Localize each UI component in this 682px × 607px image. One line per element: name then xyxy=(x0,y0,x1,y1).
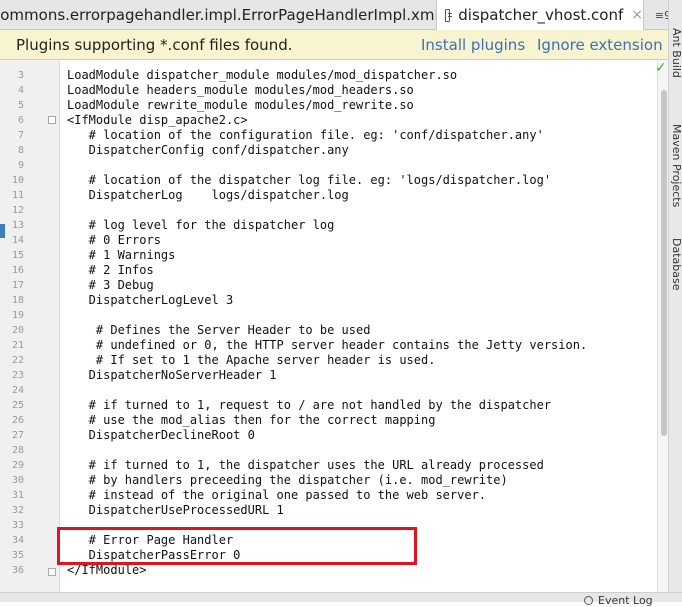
line-number: 28 xyxy=(11,445,24,456)
line-number: 19 xyxy=(11,310,24,321)
status-bar xyxy=(0,592,682,602)
fold-marker-icon[interactable] xyxy=(48,568,56,576)
code-line[interactable]: # location of the dispatcher log file. e… xyxy=(67,173,551,188)
close-icon[interactable]: × xyxy=(631,7,643,23)
line-number: 11 xyxy=(11,190,24,201)
code-line[interactable]: LoadModule dispatcher_module modules/mod… xyxy=(67,68,457,83)
inspection-ok-icon: ✓ xyxy=(655,60,667,76)
annotation-highlight-box xyxy=(57,527,417,565)
code-line[interactable]: DispatcherConfig conf/dispatcher.any xyxy=(67,143,349,158)
line-number: 9 xyxy=(17,160,24,171)
line-number: 3 xyxy=(17,70,24,81)
ignore-extension-link[interactable]: Ignore extension xyxy=(537,36,663,54)
code-line[interactable]: # log level for the dispatcher log xyxy=(67,218,335,233)
line-number: 22 xyxy=(11,355,24,366)
code-line[interactable]: # use the mod_alias then for the correct… xyxy=(67,413,436,428)
code-line[interactable]: DispatcherNoServerHeader 1 xyxy=(67,368,277,383)
code-line[interactable]: # if turned to 1, request to / are not h… xyxy=(67,398,551,413)
code-line[interactable]: # Defines the Server Header to be used xyxy=(67,323,371,338)
line-number: 23 xyxy=(11,370,24,381)
tool-window-ant-build[interactable]: Ant Build xyxy=(670,28,682,78)
code-line[interactable]: # by handlers preceeding the dispatcher … xyxy=(67,473,508,488)
line-number: 31 xyxy=(11,490,24,501)
tab-label: commons.errorpagehandler.impl.ErrorPageH… xyxy=(0,6,436,24)
code-line[interactable]: LoadModule headers_module modules/mod_he… xyxy=(67,83,414,98)
event-log-icon xyxy=(584,596,593,605)
notification-text: Plugins supporting *.conf files found. xyxy=(16,35,293,54)
code-line[interactable]: DispatcherLog logs/dispatcher.log xyxy=(67,188,349,203)
line-number: 13 xyxy=(11,220,24,231)
code-line[interactable]: # instead of the original one passed to … xyxy=(67,488,486,503)
line-number-gutter[interactable]: 3 4 5 6 7 8 9 10 11 12 13 14 15 16 17 18 19 20 21 22 23 24 25 2… xyxy=(0,60,60,592)
line-number: 24 xyxy=(11,385,24,396)
code-line[interactable]: DispatcherDeclineRoot 0 xyxy=(67,428,255,443)
install-plugins-link[interactable]: Install plugins xyxy=(421,36,525,54)
tool-window-database[interactable]: Database xyxy=(670,238,682,291)
line-number: 34 xyxy=(11,535,24,546)
line-number: 33 xyxy=(11,520,24,531)
line-number: 25 xyxy=(11,400,24,411)
plugin-notification-bar: Plugins supporting *.conf files found. I… xyxy=(0,30,668,60)
code-line[interactable]: # 0 Errors xyxy=(67,233,161,248)
code-line[interactable]: # if turned to 1, the dispatcher uses th… xyxy=(67,458,544,473)
tool-window-maven-projects[interactable]: Maven Projects xyxy=(670,124,682,207)
line-number: 18 xyxy=(11,295,24,306)
line-number: 29 xyxy=(11,460,24,471)
line-number: 14 xyxy=(11,235,24,246)
code-line[interactable]: </IfModule> xyxy=(67,563,146,578)
line-number: 30 xyxy=(11,475,24,486)
tab-errorpagehandler-xml[interactable]: commons.errorpagehandler.impl.ErrorPageH… xyxy=(0,0,436,30)
tab-dispatcher-vhost-conf[interactable]: dispatcher_vhost.conf × xyxy=(436,0,644,30)
code-line[interactable]: <IfModule disp_apache2.c> xyxy=(67,113,248,128)
line-number: 17 xyxy=(11,280,24,291)
event-log-label: Event Log xyxy=(598,594,653,607)
line-number: 4 xyxy=(17,85,24,96)
tab-label: dispatcher_vhost.conf xyxy=(458,6,624,24)
line-number: 15 xyxy=(11,250,24,261)
vertical-scrollbar[interactable] xyxy=(657,60,668,592)
line-number: 12 xyxy=(11,205,24,216)
line-number: 5 xyxy=(17,100,24,111)
event-log-button[interactable]: Event Log xyxy=(584,594,653,607)
line-number: 8 xyxy=(17,145,24,156)
editor-tab-bar: commons.errorpagehandler.impl.ErrorPageH… xyxy=(0,0,682,30)
line-number: 26 xyxy=(11,415,24,426)
fold-marker-icon[interactable] xyxy=(48,116,56,124)
code-line[interactable]: LoadModule rewrite_module modules/mod_re… xyxy=(67,98,414,113)
line-number: 27 xyxy=(11,430,24,441)
code-line[interactable]: # location of the configuration file. eg… xyxy=(67,128,544,143)
code-editor[interactable]: LoadModule dispatcher_module modules/mod… xyxy=(61,60,657,592)
code-line[interactable]: DispatcherLogLevel 3 xyxy=(67,293,234,308)
text-file-icon xyxy=(445,8,453,22)
code-line[interactable]: # If set to 1 the Apache server header i… xyxy=(67,353,436,368)
line-number: 20 xyxy=(11,325,24,336)
code-line[interactable]: # undefined or 0, the HTTP server header… xyxy=(67,338,587,353)
line-number: 35 xyxy=(11,550,24,561)
line-number: 6 xyxy=(17,115,24,126)
code-line[interactable]: # 2 Infos xyxy=(67,263,154,278)
code-line[interactable]: # 1 Warnings xyxy=(67,248,176,263)
right-tool-strip: Ant Build Maven Projects Database xyxy=(668,0,682,592)
scrollbar-thumb[interactable] xyxy=(661,90,667,436)
code-line[interactable]: DispatcherUseProcessedURL 1 xyxy=(67,503,284,518)
line-number: 7 xyxy=(17,130,24,141)
line-number: 36 xyxy=(11,565,24,576)
line-number: 16 xyxy=(11,265,24,276)
line-number: 32 xyxy=(11,505,24,516)
code-line[interactable]: # 3 Debug xyxy=(67,278,154,293)
line-number: 10 xyxy=(11,175,24,186)
line-number: 21 xyxy=(11,340,24,351)
